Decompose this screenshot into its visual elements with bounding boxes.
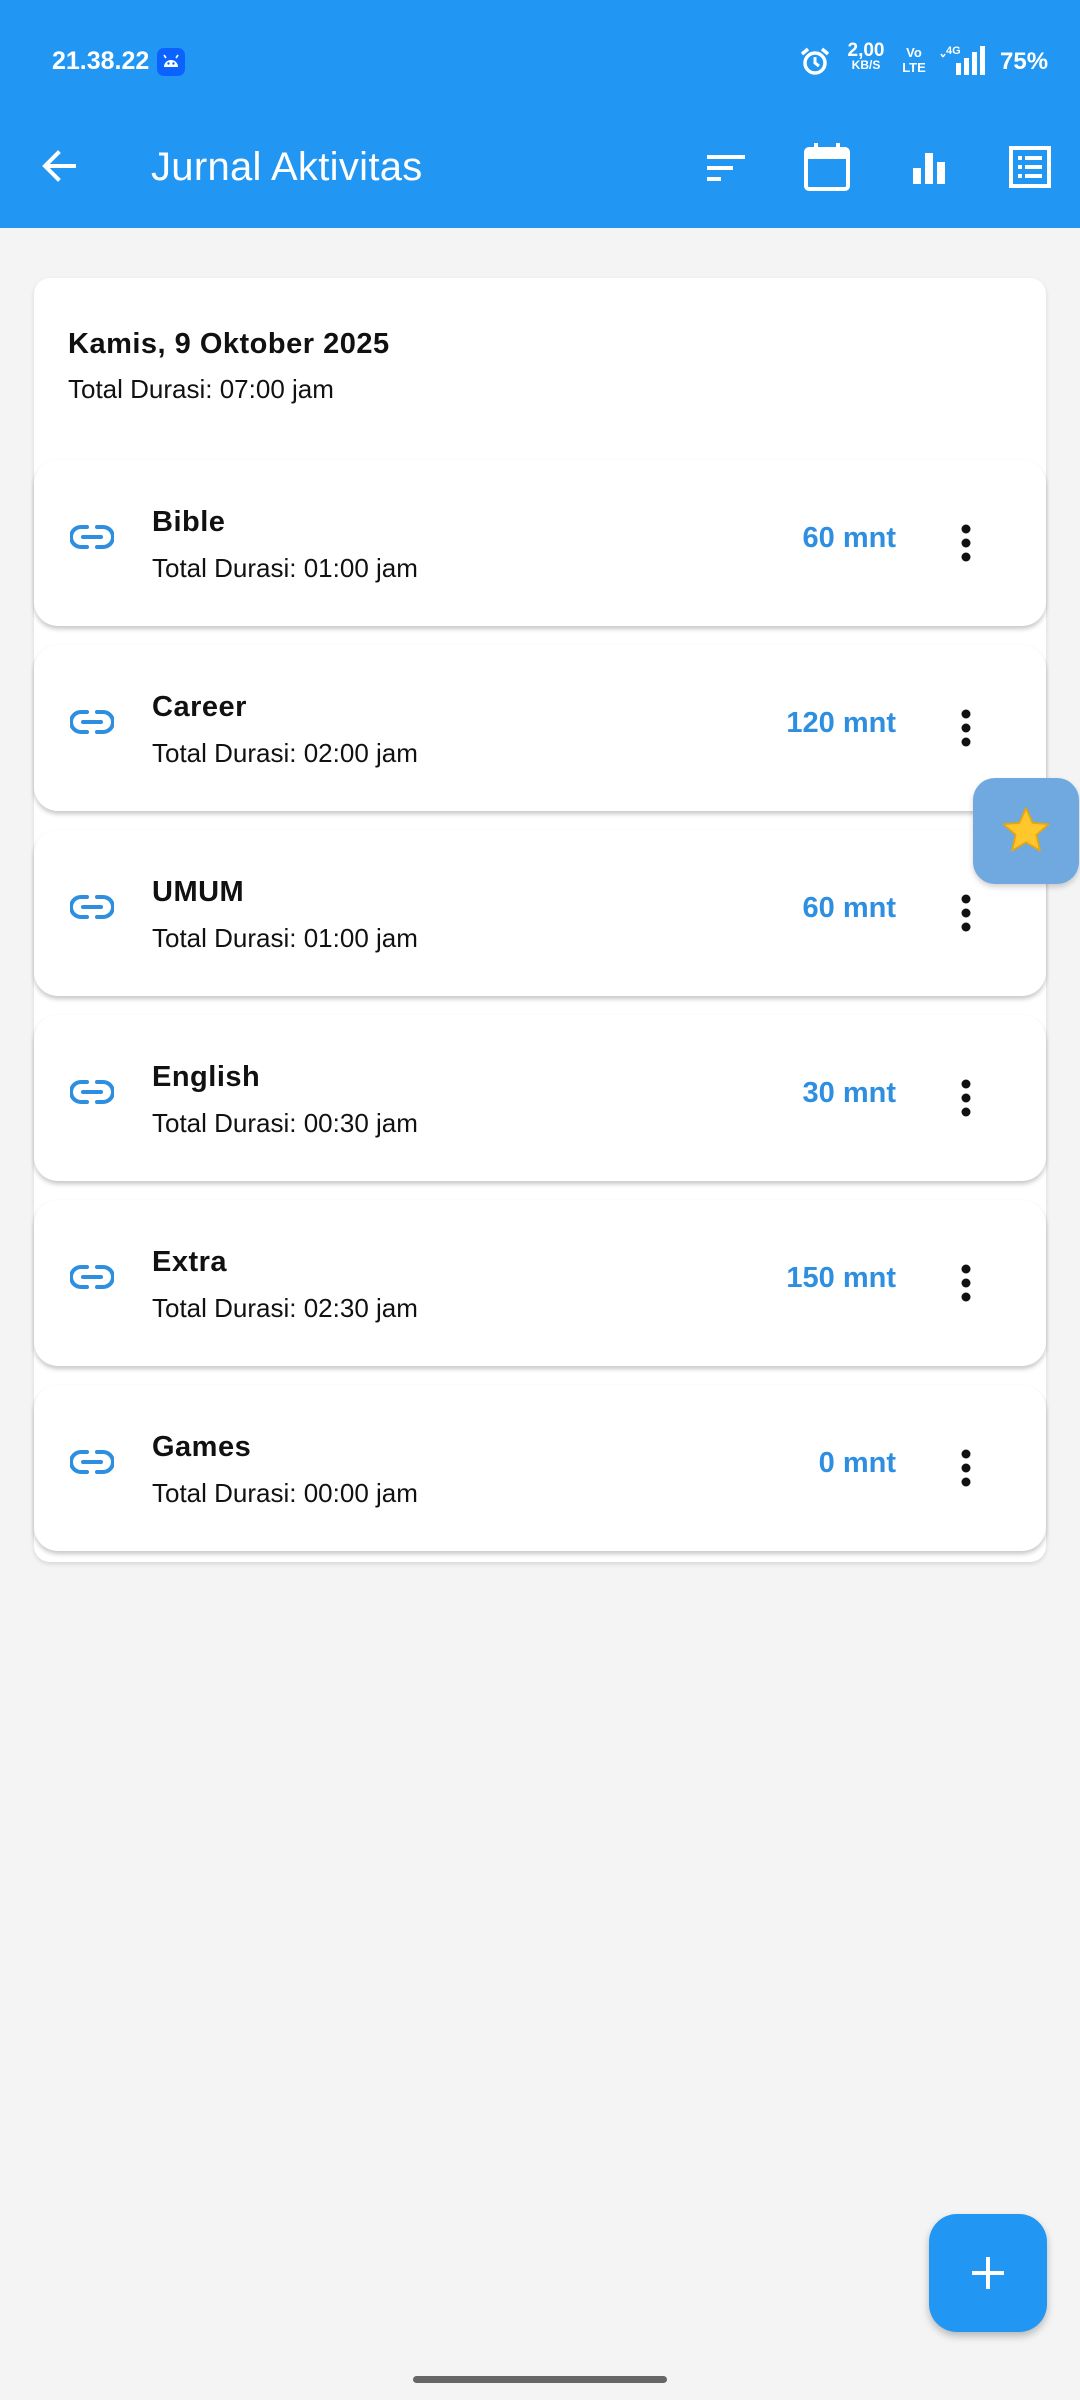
back-button[interactable]	[36, 142, 84, 190]
more-options-button[interactable]	[938, 515, 994, 571]
activity-name: UMUM	[152, 876, 245, 908]
list-view-button[interactable]	[1003, 140, 1057, 194]
sort-icon	[707, 155, 745, 181]
link-icon	[69, 524, 115, 555]
activity-minutes: 0 mnt	[818, 1447, 896, 1479]
bar-chart-icon	[913, 153, 945, 184]
activity-item[interactable]: Bible Total Durasi: 01:00 jam 60 mnt	[34, 460, 1046, 626]
statistics-button[interactable]	[902, 140, 956, 194]
activity-total-duration: Total Durasi: 01:00 jam	[152, 923, 418, 953]
signal-icon: 4G	[940, 43, 992, 82]
plus-icon	[972, 2257, 1004, 2289]
activity-name: Bible	[152, 506, 226, 538]
network-speed-value: 2,00	[847, 40, 885, 61]
more-vert-icon	[961, 1264, 971, 1302]
activity-name: Games	[152, 1431, 252, 1463]
back-arrow-icon	[42, 150, 76, 182]
more-vert-icon	[961, 524, 971, 562]
home-indicator[interactable]	[413, 2376, 667, 2383]
activity-item[interactable]: Extra Total Durasi: 02:30 jam 150 mnt	[34, 1200, 1046, 1366]
add-activity-button[interactable]	[929, 2214, 1047, 2332]
activity-item[interactable]: Games Total Durasi: 00:00 jam 0 mnt	[34, 1385, 1046, 1551]
activity-minutes: 60 mnt	[802, 522, 896, 554]
status-time: 21.38.22	[52, 47, 150, 75]
app-bar: 21.38.22 2,00 KB/S Vo LTE 4G 75% Jurnal …	[0, 0, 1080, 228]
link-icon	[69, 1264, 115, 1295]
activity-name: English	[152, 1061, 261, 1093]
activity-item[interactable]: English Total Durasi: 00:30 jam 30 mnt	[34, 1015, 1046, 1181]
more-vert-icon	[961, 1449, 971, 1487]
page-title: Jurnal Aktivitas	[151, 145, 423, 189]
more-options-button[interactable]	[938, 1255, 994, 1311]
activity-item[interactable]: UMUM Total Durasi: 01:00 jam 60 mnt	[34, 830, 1046, 996]
volte-bottom: LTE	[902, 60, 926, 75]
status-icons: 2,00 KB/S Vo LTE 4G 75%	[780, 38, 1080, 86]
calendar-icon	[804, 143, 850, 191]
volte-top: Vo	[906, 45, 922, 60]
activity-minutes: 150 mnt	[786, 1262, 896, 1294]
favorite-button[interactable]	[973, 778, 1079, 884]
activity-total-duration: Total Durasi: 01:00 jam	[152, 553, 418, 583]
link-icon	[69, 1449, 115, 1480]
more-vert-icon	[961, 1079, 971, 1117]
activity-total-duration: Total Durasi: 00:00 jam	[152, 1478, 418, 1508]
activity-total-duration: Total Durasi: 02:30 jam	[152, 1293, 418, 1323]
activity-minutes: 60 mnt	[802, 892, 896, 924]
volte-indicator: Vo LTE	[896, 45, 932, 75]
star-icon	[1002, 807, 1050, 852]
battery-level: 75%	[1000, 48, 1049, 75]
link-icon	[69, 894, 115, 925]
link-icon	[69, 1079, 115, 1110]
network-type: 4G	[946, 45, 961, 57]
more-options-button[interactable]	[938, 1440, 994, 1496]
more-options-button[interactable]	[938, 1070, 994, 1126]
link-icon	[69, 709, 115, 740]
activity-total-duration: Total Durasi: 02:00 jam	[152, 738, 418, 768]
sort-button[interactable]	[700, 140, 754, 194]
activity-item[interactable]: Career Total Durasi: 02:00 jam 120 mnt	[34, 645, 1046, 811]
more-vert-icon	[961, 894, 971, 932]
activity-minutes: 30 mnt	[802, 1077, 896, 1109]
more-options-button[interactable]	[938, 700, 994, 756]
network-speed-unit: KB/S	[851, 58, 881, 72]
android-notification-icon	[157, 48, 185, 76]
activity-name: Extra	[152, 1246, 228, 1278]
calendar-button[interactable]	[800, 140, 854, 194]
more-options-button[interactable]	[938, 885, 994, 941]
list-icon	[1009, 146, 1051, 188]
alarm-icon	[799, 46, 831, 83]
more-vert-icon	[961, 709, 971, 747]
activity-total-duration: Total Durasi: 00:30 jam	[152, 1108, 418, 1138]
activity-name: Career	[152, 691, 247, 723]
network-speed: 2,00 KB/S	[837, 40, 895, 73]
day-total-duration: Total Durasi: 07:00 jam	[68, 374, 334, 404]
activity-minutes: 120 mnt	[786, 707, 896, 739]
day-date: Kamis, 9 Oktober 2025	[68, 328, 390, 360]
